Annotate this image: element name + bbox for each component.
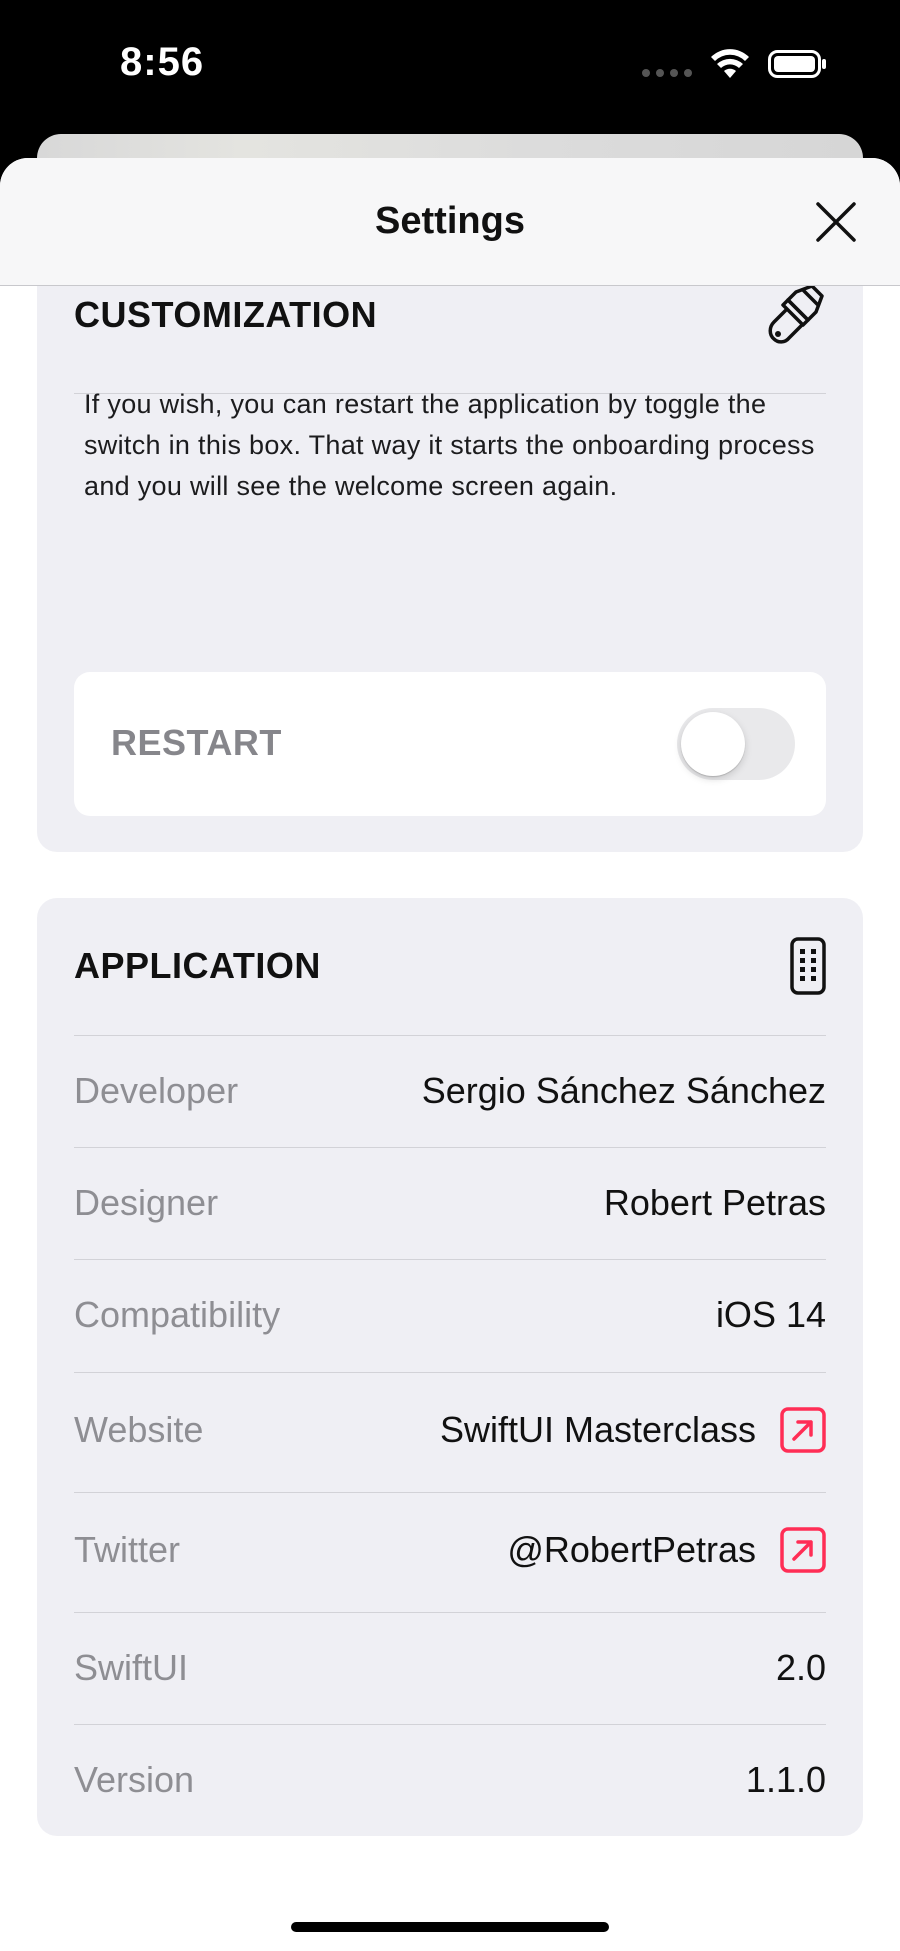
row-value-text: iOS 14 (715, 1294, 826, 1335)
signal-icon (642, 69, 692, 77)
row-label: SwiftUI (74, 1647, 189, 1688)
row-value[interactable]: SwiftUI Masterclass (440, 1407, 826, 1453)
row-label: Website (74, 1409, 204, 1450)
status-bar: 8:56 (0, 0, 900, 135)
row-value: 2.0 (776, 1647, 826, 1689)
restart-toggle[interactable] (677, 708, 795, 780)
application-header: APPLICATION (74, 916, 826, 1016)
info-row-developer: Developer Sergio Sánchez Sánchez (74, 1051, 826, 1131)
close-icon (816, 202, 856, 242)
row-label: Developer (74, 1070, 239, 1111)
row-value: Robert Petras (604, 1182, 826, 1224)
row-label: Designer (74, 1182, 219, 1223)
info-row-website[interactable]: Website SwiftUI Masterclass (74, 1390, 826, 1470)
application-title: APPLICATION (74, 945, 321, 986)
customization-box: CUSTOMIZATION If you wish, you can resta… (37, 238, 863, 852)
home-indicator[interactable] (291, 1922, 609, 1932)
phone-device-icon (790, 937, 826, 995)
row-divider (74, 1372, 826, 1373)
wifi-icon (711, 49, 749, 78)
row-value: Sergio Sánchez Sánchez (422, 1070, 826, 1112)
page-title: Settings (375, 200, 525, 242)
row-value-text: Robert Petras (603, 1182, 826, 1223)
restart-label: RESTART (111, 722, 282, 763)
row-divider (74, 1492, 826, 1493)
row-value: iOS 14 (716, 1294, 826, 1336)
info-row-version: Version 1.1.0 (74, 1740, 826, 1820)
restart-card: RESTART (74, 672, 826, 816)
row-divider (74, 1259, 826, 1260)
external-link-icon[interactable] (780, 1407, 826, 1453)
customization-title: CUSTOMIZATION (74, 294, 378, 335)
row-label: Compatibility (74, 1294, 281, 1335)
paintbrush-icon (768, 284, 824, 344)
info-row-swiftui: SwiftUI 2.0 (74, 1628, 826, 1708)
external-link-icon[interactable] (780, 1527, 826, 1573)
row-value: 1.1.0 (746, 1759, 826, 1801)
row-label: Twitter (74, 1529, 181, 1570)
row-value[interactable]: @RobertPetras (507, 1527, 826, 1573)
status-indicators (642, 48, 828, 80)
toggle-knob (681, 712, 745, 776)
website-link[interactable]: SwiftUI Masterclass (440, 1409, 756, 1451)
row-label: Version (74, 1759, 195, 1800)
application-divider (74, 1035, 826, 1036)
row-divider (74, 1147, 826, 1148)
twitter-link[interactable]: @RobertPetras (507, 1529, 756, 1571)
customization-description: If you wish, you can restart the applica… (84, 389, 815, 501)
navigation-bar: Settings (0, 158, 900, 286)
application-box: APPLICATION Developer Sergio Sánchez Sán… (37, 898, 863, 1836)
battery-icon (768, 50, 826, 78)
close-button[interactable] (812, 198, 860, 246)
row-value-text: 2.0 (775, 1647, 826, 1688)
row-divider (74, 1724, 826, 1725)
info-row-designer: Designer Robert Petras (74, 1163, 826, 1243)
settings-sheet: Settings CUSTOMIZATION If you wish, you … (0, 158, 900, 1951)
row-divider (74, 1612, 826, 1613)
info-row-twitter[interactable]: Twitter @RobertPetras (74, 1510, 826, 1590)
row-value-text: 1.1.0 (745, 1759, 826, 1800)
row-value-text: Sergio Sánchez Sánchez (421, 1070, 826, 1111)
status-time: 8:56 (120, 40, 205, 84)
info-row-compatibility: Compatibility iOS 14 (74, 1275, 826, 1355)
